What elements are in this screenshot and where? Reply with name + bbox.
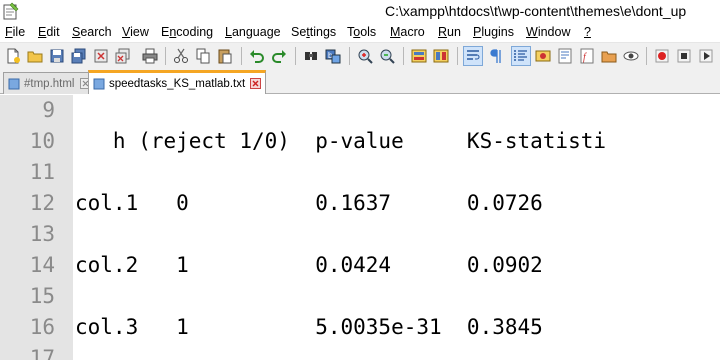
toolbar-separator (646, 47, 647, 65)
notepad-plus-plus-icon (3, 2, 19, 20)
line-number: 16 (29, 315, 55, 339)
menu-run[interactable]: Run (438, 25, 461, 39)
editor-line: 9 (0, 95, 720, 126)
toolbar-separator (165, 47, 166, 65)
tab-label: #tmp.html (24, 77, 75, 90)
cut-icon[interactable] (171, 46, 191, 66)
save-all-icon[interactable] (69, 46, 89, 66)
redo-icon[interactable] (269, 46, 289, 66)
editor-line: 12 col.1 0 0.1637 0.0726 (0, 188, 720, 219)
doc-map-icon[interactable] (555, 46, 575, 66)
menu-view[interactable]: View (122, 25, 149, 39)
sync-vertical-icon[interactable] (409, 46, 429, 66)
menu-file[interactable]: File (5, 25, 25, 39)
replace-icon[interactable]: b (323, 46, 343, 66)
editor-line: 15 (0, 281, 720, 312)
editor-line: 16 col.3 1 5.0035e-31 0.3845 (0, 312, 720, 343)
tab-label: speedtasks_KS_matlab.txt (109, 77, 246, 90)
line-number: 14 (29, 253, 55, 277)
paste-icon[interactable] (215, 46, 235, 66)
sync-horizontal-icon[interactable] (431, 46, 451, 66)
word-wrap-icon[interactable] (463, 46, 483, 66)
play-macro-icon[interactable] (696, 46, 716, 66)
close-tab-icon[interactable] (250, 78, 262, 89)
menu-encoding[interactable]: Encoding (161, 25, 213, 39)
user-defined-language-icon[interactable] (533, 46, 553, 66)
close-file-icon[interactable] (91, 46, 111, 66)
menu-search[interactable]: Search (72, 25, 112, 39)
tab-speedtasks-ks-matlab[interactable]: speedtasks_KS_matlab.txt (88, 70, 267, 94)
open-file-icon[interactable] (25, 46, 45, 66)
toolbar-separator (457, 47, 458, 65)
function-list-icon[interactable]: f (577, 46, 597, 66)
editor-area[interactable]: 9 10 h (reject 1/0) p-value KS-statisti … (0, 95, 720, 360)
editor-line: 14 col.2 1 0.0424 0.0902 (0, 250, 720, 281)
folder-workspace-icon[interactable] (599, 46, 619, 66)
menu-window[interactable]: Window (526, 25, 570, 39)
toolbar-separator (349, 47, 350, 65)
tab-bar: #tmp.html speedtasks_KS_matlab.txt (0, 68, 720, 94)
title-bar: C:\xampp\htdocs\t\wp-content\themes\e\do… (0, 0, 720, 24)
menu-language[interactable]: Language (225, 25, 281, 39)
menu-plugins[interactable]: Plugins (473, 25, 514, 39)
line-text[interactable]: col.2 1 0.0424 0.0902 (75, 250, 543, 281)
window-title: C:\xampp\htdocs\t\wp-content\themes\e\do… (385, 3, 687, 19)
editor-line: 10 h (reject 1/0) p-value KS-statisti (0, 126, 720, 157)
toolbar-separator (295, 47, 296, 65)
file-icon (8, 78, 20, 89)
undo-icon[interactable] (247, 46, 267, 66)
stop-macro-icon[interactable] (674, 46, 694, 66)
editor-line: 17 (0, 343, 720, 360)
tab-tmp-html[interactable]: #tmp.html (3, 72, 96, 94)
line-number: 10 (29, 129, 55, 153)
monitoring-icon[interactable] (621, 46, 641, 66)
line-number: 12 (29, 191, 55, 215)
record-macro-icon[interactable] (652, 46, 672, 66)
new-file-icon[interactable] (3, 46, 23, 66)
toolbar: b f (0, 42, 720, 68)
menu-edit[interactable]: Edit (38, 25, 60, 39)
zoom-out-icon[interactable] (377, 46, 397, 66)
line-number: 11 (29, 160, 55, 184)
indent-guide-icon[interactable] (511, 46, 531, 66)
line-number: 15 (29, 284, 55, 308)
show-all-chars-icon[interactable] (485, 46, 505, 66)
editor-line: 13 (0, 219, 720, 250)
save-icon[interactable] (47, 46, 67, 66)
close-all-icon[interactable] (113, 46, 133, 66)
line-text[interactable]: col.3 1 5.0035e-31 0.3845 (75, 312, 543, 343)
menu-bar: File Edit Search View Encoding Language … (0, 24, 720, 42)
menu-settings[interactable]: Settings (291, 25, 336, 39)
line-number: 9 (42, 98, 55, 122)
menu-macro[interactable]: Macro (390, 25, 425, 39)
find-icon[interactable] (301, 46, 321, 66)
line-number: 13 (29, 222, 55, 246)
line-text[interactable]: h (reject 1/0) p-value KS-statisti (75, 126, 606, 157)
menu-tools[interactable]: Tools (347, 25, 376, 39)
print-icon[interactable] (140, 46, 160, 66)
menu-help[interactable]: ? (584, 25, 591, 39)
line-text[interactable]: col.1 0 0.1637 0.0726 (75, 188, 543, 219)
copy-icon[interactable] (193, 46, 213, 66)
toolbar-separator (403, 47, 404, 65)
zoom-in-icon[interactable] (355, 46, 375, 66)
toolbar-separator (241, 47, 242, 65)
line-number: 17 (29, 346, 55, 360)
file-icon (93, 78, 105, 89)
editor-line: 11 (0, 157, 720, 188)
